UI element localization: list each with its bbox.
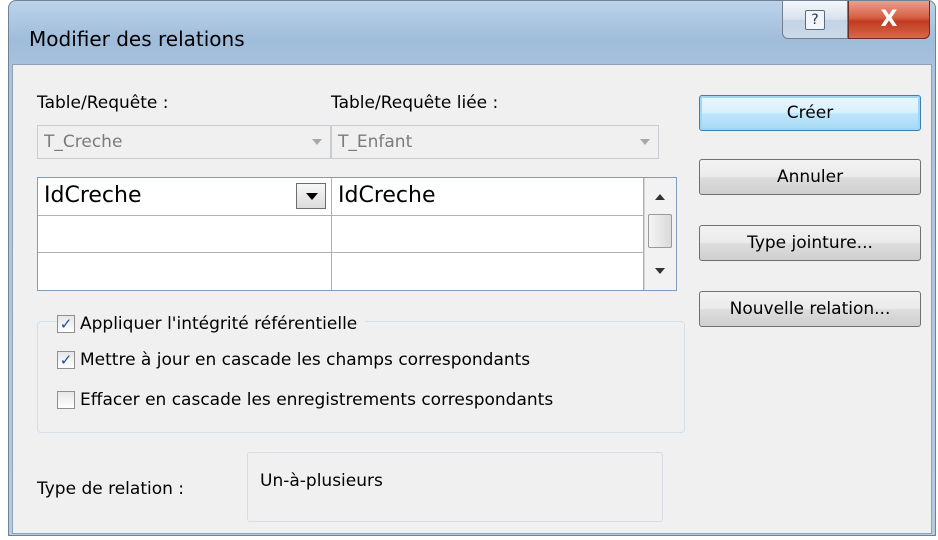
scroll-thumb[interactable] (648, 214, 672, 248)
cascade-delete-label: Effacer en cascade les enregistrements c… (80, 390, 554, 410)
integrity-options-group (37, 321, 685, 433)
field-dropdown-button[interactable] (296, 183, 326, 209)
close-icon: X (880, 7, 898, 32)
chevron-down-icon (312, 139, 322, 145)
check-icon: ✓ (59, 351, 73, 369)
relation-type-label: Type de relation : (37, 479, 185, 499)
cancel-button[interactable]: Annuler (699, 159, 921, 195)
grid-cell-left[interactable] (38, 216, 332, 253)
join-type-button[interactable]: Type jointure... (699, 225, 921, 261)
enforce-integrity-checkbox[interactable]: ✓ (57, 315, 75, 333)
cascade-update-option[interactable]: ✓ Mettre à jour en cascade les champs co… (57, 350, 539, 370)
fields-grid: IdCreche IdCreche (37, 177, 677, 291)
enforce-integrity-option[interactable]: ✓ Appliquer l'intégrité référentielle (57, 314, 366, 334)
cascade-delete-checkbox[interactable] (57, 391, 75, 409)
cascade-update-checkbox[interactable]: ✓ (57, 351, 75, 369)
table-query-value: T_Creche (44, 132, 123, 152)
dialog-body: Table/Requête : Table/Requête liée : T_C… (12, 64, 932, 534)
related-table-query-value: T_Enfant (338, 132, 413, 152)
table-query-combo[interactable]: T_Creche (37, 125, 331, 159)
related-table-query-combo[interactable]: T_Enfant (331, 125, 659, 159)
new-relation-button[interactable]: Nouvelle relation... (699, 291, 921, 327)
grid-scrollbar[interactable] (644, 178, 676, 290)
scroll-down-arrow-icon[interactable] (655, 268, 665, 274)
cascade-update-label: Mettre à jour en cascade les champs corr… (80, 350, 531, 370)
create-button[interactable]: Créer (699, 95, 921, 131)
grid-cell-text: IdCreche (44, 183, 142, 208)
close-button[interactable]: X (848, 1, 930, 39)
chevron-down-icon (306, 193, 318, 200)
relation-type-value: Un-à-plusieurs (260, 471, 383, 491)
help-button[interactable]: ? (782, 1, 848, 39)
grid-cell-right[interactable] (332, 216, 644, 253)
chevron-down-icon (640, 139, 650, 145)
table-query-label: Table/Requête : (37, 93, 169, 113)
grid-cell-right[interactable]: IdCreche (332, 178, 644, 216)
grid-cell-left[interactable]: IdCreche (38, 178, 332, 216)
check-icon: ✓ (59, 315, 73, 333)
grid-cell-text: IdCreche (338, 183, 436, 208)
help-icon: ? (805, 9, 825, 30)
enforce-integrity-label: Appliquer l'intégrité référentielle (80, 314, 358, 334)
related-table-query-label: Table/Requête liée : (331, 93, 499, 113)
cascade-delete-option[interactable]: Effacer en cascade les enregistrements c… (57, 390, 562, 410)
dialog-title: Modifier des relations (29, 27, 245, 51)
scroll-up-arrow-icon[interactable] (655, 194, 665, 200)
grid-cell-right[interactable] (332, 253, 644, 290)
relation-type-box: Un-à-plusieurs (247, 452, 663, 522)
grid-cell-left[interactable] (38, 253, 332, 290)
